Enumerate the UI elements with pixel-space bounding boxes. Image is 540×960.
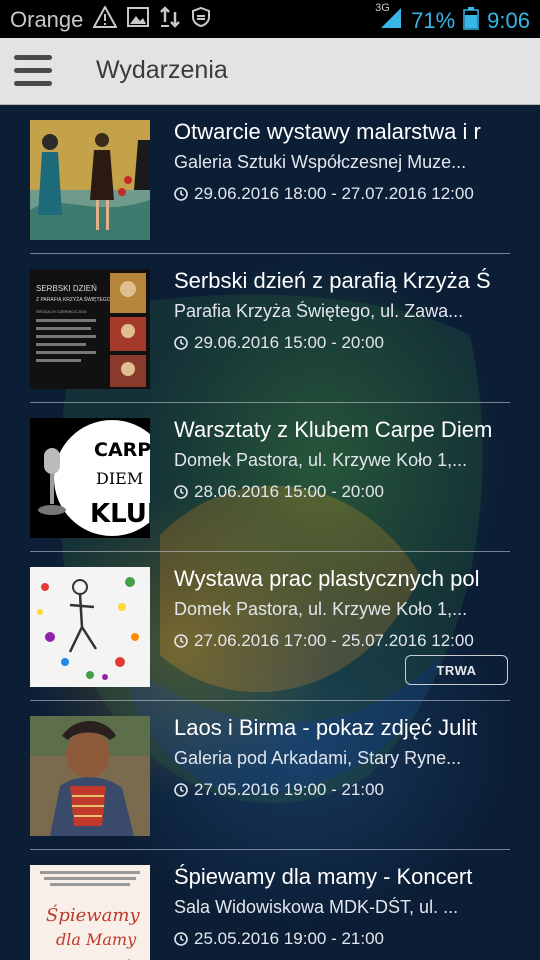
carrier-label: Orange [10,7,84,32]
event-thumbnail: SERBSKI DZIEŃ Z PARAFIĄ KRZYŻA ŚWIĘTEGO … [30,269,150,389]
event-place: Galeria Sztuki Współczesnej Muze... [174,152,467,172]
status-bar: Orange 3G 71% 9:06 [0,0,540,38]
clock-time: 9:06 [487,8,530,33]
clock-icon [174,634,188,648]
clock-icon [174,187,188,201]
event-date-text: 28.06.2016 15:00 - 20:00 [194,482,384,501]
event-thumbnail [30,120,150,240]
clock-icon [174,336,188,350]
event-place: Galeria pod Arkadami, Stary Ryne... [174,748,462,768]
list-item[interactable]: Wystawa prac plastycznych pol Domek Past… [30,552,510,701]
image-icon [127,7,150,33]
event-title: Śpiewamy dla mamy - Koncert [174,864,473,889]
event-date-text: 29.06.2016 15:00 - 20:00 [194,333,384,352]
signal-icon: 3G [375,2,403,36]
battery-icon [463,6,479,36]
event-title: Otwarcie wystawy malarstwa i r [174,119,481,144]
clock-icon [174,485,188,499]
clock-icon [174,932,188,946]
event-thumbnail: CARPE DIEM KLUB [30,418,150,538]
list-item[interactable]: CARPE DIEM KLUB Warsztaty z Klubem Carpe… [30,403,510,552]
poster-text: dla Mamy [56,930,137,949]
network-type-label: 3G [375,2,390,14]
event-date-text: 29.06.2016 18:00 - 27.07.2016 12:00 [194,184,474,203]
event-title: Laos i Birma - pokaz zdjęć Julit [174,715,478,740]
poster-text: KLUB [90,499,150,529]
event-thumbnail: Śpiewamy dla Mamy [30,865,150,960]
event-date: 27.06.2016 17:00 - 25.07.2016 12:00 [174,631,474,651]
event-title: Wystawa prac plastycznych pol [174,566,480,591]
app-bar: Wydarzenia [0,38,540,105]
poster-text: DIEM [96,469,143,488]
poster-text: CARPE [94,439,150,461]
event-place: Sala Widowiskowa MDK-DŚT, ul. ... [174,897,459,917]
event-date: 25.05.2016 19:00 - 21:00 [174,929,384,949]
menu-icon[interactable] [14,55,52,87]
poster-text: Śpiewamy [46,903,140,926]
event-title: Serbski dzień z parafią Krzyża Ś [174,268,491,293]
event-title: Warsztaty z Klubem Carpe Diem [174,417,493,442]
status-badge: TRWA [405,655,508,685]
event-date-text: 27.06.2016 17:00 - 25.07.2016 12:00 [194,631,474,650]
page-title: Wydarzenia [96,56,228,84]
battery-percent: 71% [411,8,456,33]
event-place: Domek Pastora, ul. Krzywe Koło 1,... [174,450,468,470]
poster-text: ŚRODA 29 CZERWCA 2016 [36,309,87,314]
poster-text: Z PARAFIĄ KRZYŻA ŚWIĘTEGO [36,295,111,303]
event-date: 29.06.2016 18:00 - 27.07.2016 12:00 [174,184,474,204]
event-date-text: 25.05.2016 19:00 - 21:00 [194,929,384,948]
list-item[interactable]: SERBSKI DZIEŃ Z PARAFIĄ KRZYŻA ŚWIĘTEGO … [30,254,510,403]
event-place: Domek Pastora, ul. Krzywe Koło 1,... [174,599,468,619]
event-date-text: 27.05.2016 19:00 - 21:00 [194,780,384,799]
event-date: 28.06.2016 15:00 - 20:00 [174,482,384,502]
poster-text: SERBSKI DZIEŃ [36,284,97,293]
clock-icon [174,783,188,797]
event-thumbnail [30,716,150,836]
list-item[interactable]: Śpiewamy dla Mamy Śpiewamy dla mamy - Ko… [30,850,510,960]
list-item[interactable]: Laos i Birma - pokaz zdjęć Julit Galeria… [30,701,510,850]
transfer-icon [159,6,181,34]
event-thumbnail [30,567,150,687]
event-date: 29.06.2016 15:00 - 20:00 [174,333,384,353]
events-list-area[interactable]: Otwarcie wystawy malarstwa i r Galeria S… [0,105,540,960]
shield-icon [191,6,211,34]
event-place: Parafia Krzyża Świętego, ul. Zawa... [174,301,464,321]
list-item[interactable]: Otwarcie wystawy malarstwa i r Galeria S… [30,105,510,254]
warning-icon [92,4,119,34]
event-date: 27.05.2016 19:00 - 21:00 [174,780,384,800]
